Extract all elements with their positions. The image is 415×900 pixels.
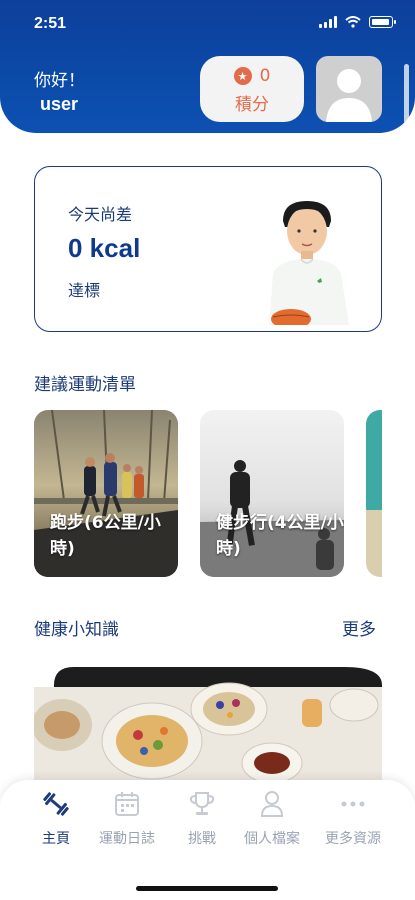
- health-tip-image[interactable]: [34, 665, 382, 780]
- tips-section-title: 健康小知識: [34, 620, 119, 640]
- greeting-text: 你好！: [34, 71, 85, 91]
- avatar-person-icon: [326, 69, 372, 122]
- partial-exercise-photo: [366, 410, 382, 577]
- points-button[interactable]: ★ 0 積分: [200, 56, 304, 122]
- goal-post-text: 達標: [68, 281, 101, 300]
- exercise-section-title: 建議運動清單: [34, 375, 136, 395]
- star-icon: ★: [233, 67, 252, 85]
- points-value: 0: [259, 66, 271, 86]
- goal-kcal-value: 0 kcal: [68, 233, 141, 263]
- calorie-goal-card: 今天尚差 0 kcal 達標: [34, 166, 382, 332]
- trophy-icon: [189, 792, 215, 815]
- scroll-indicator: [404, 64, 409, 124]
- home-indicator: [136, 886, 278, 891]
- signal-icon: [319, 16, 337, 28]
- wifi-icon: [345, 16, 361, 28]
- tab-more-resources-label: 更多資源: [325, 831, 381, 847]
- username-text: user: [40, 94, 79, 114]
- more-dots-icon: [341, 801, 365, 807]
- exercise-card-walking[interactable]: 健步行(4公里/小時): [200, 410, 344, 577]
- exercise-card-running[interactable]: 跑步(6公里/小時): [34, 410, 178, 577]
- person-icon: [260, 791, 284, 817]
- tab-exercise-log[interactable]: 運動日誌: [87, 788, 167, 848]
- calendar-icon: [115, 792, 139, 816]
- tab-exercise-log-label: 運動日誌: [99, 831, 155, 847]
- battery-icon: [369, 16, 396, 28]
- more-link[interactable]: 更多: [342, 615, 376, 640]
- app-header: 2:51 你好！ user ★ 0 積分: [0, 0, 415, 133]
- tab-profile-label: 個人檔案: [244, 831, 300, 847]
- points-label: 積分: [235, 95, 269, 115]
- tab-home-label: 主頁: [42, 831, 70, 847]
- exercise-card-partial[interactable]: [366, 410, 382, 577]
- exercise-label-running: 跑步(6公里/小時): [50, 513, 161, 559]
- avatar[interactable]: [316, 56, 382, 122]
- tab-more-resources[interactable]: 更多資源: [313, 788, 393, 848]
- dumbbell-icon: [43, 792, 69, 816]
- goal-pre-text: 今天尚差: [68, 205, 133, 224]
- status-bar: 2:51: [0, 0, 415, 44]
- tab-profile[interactable]: 個人檔案: [232, 788, 312, 848]
- tab-challenge[interactable]: 挑戰: [162, 788, 242, 848]
- tab-home[interactable]: 主頁: [16, 788, 96, 848]
- bottom-tab-bar: 主頁 運動日誌 挑戰 個人檔案 更多資源: [0, 780, 415, 900]
- status-icons: [319, 16, 396, 28]
- tab-challenge-label: 挑戰: [188, 831, 216, 847]
- exercise-label-walking: 健步行(4公里/小時): [216, 513, 344, 559]
- status-time: 2:51: [34, 15, 67, 32]
- character-illustration: [269, 201, 349, 325]
- food-photo: [34, 665, 382, 780]
